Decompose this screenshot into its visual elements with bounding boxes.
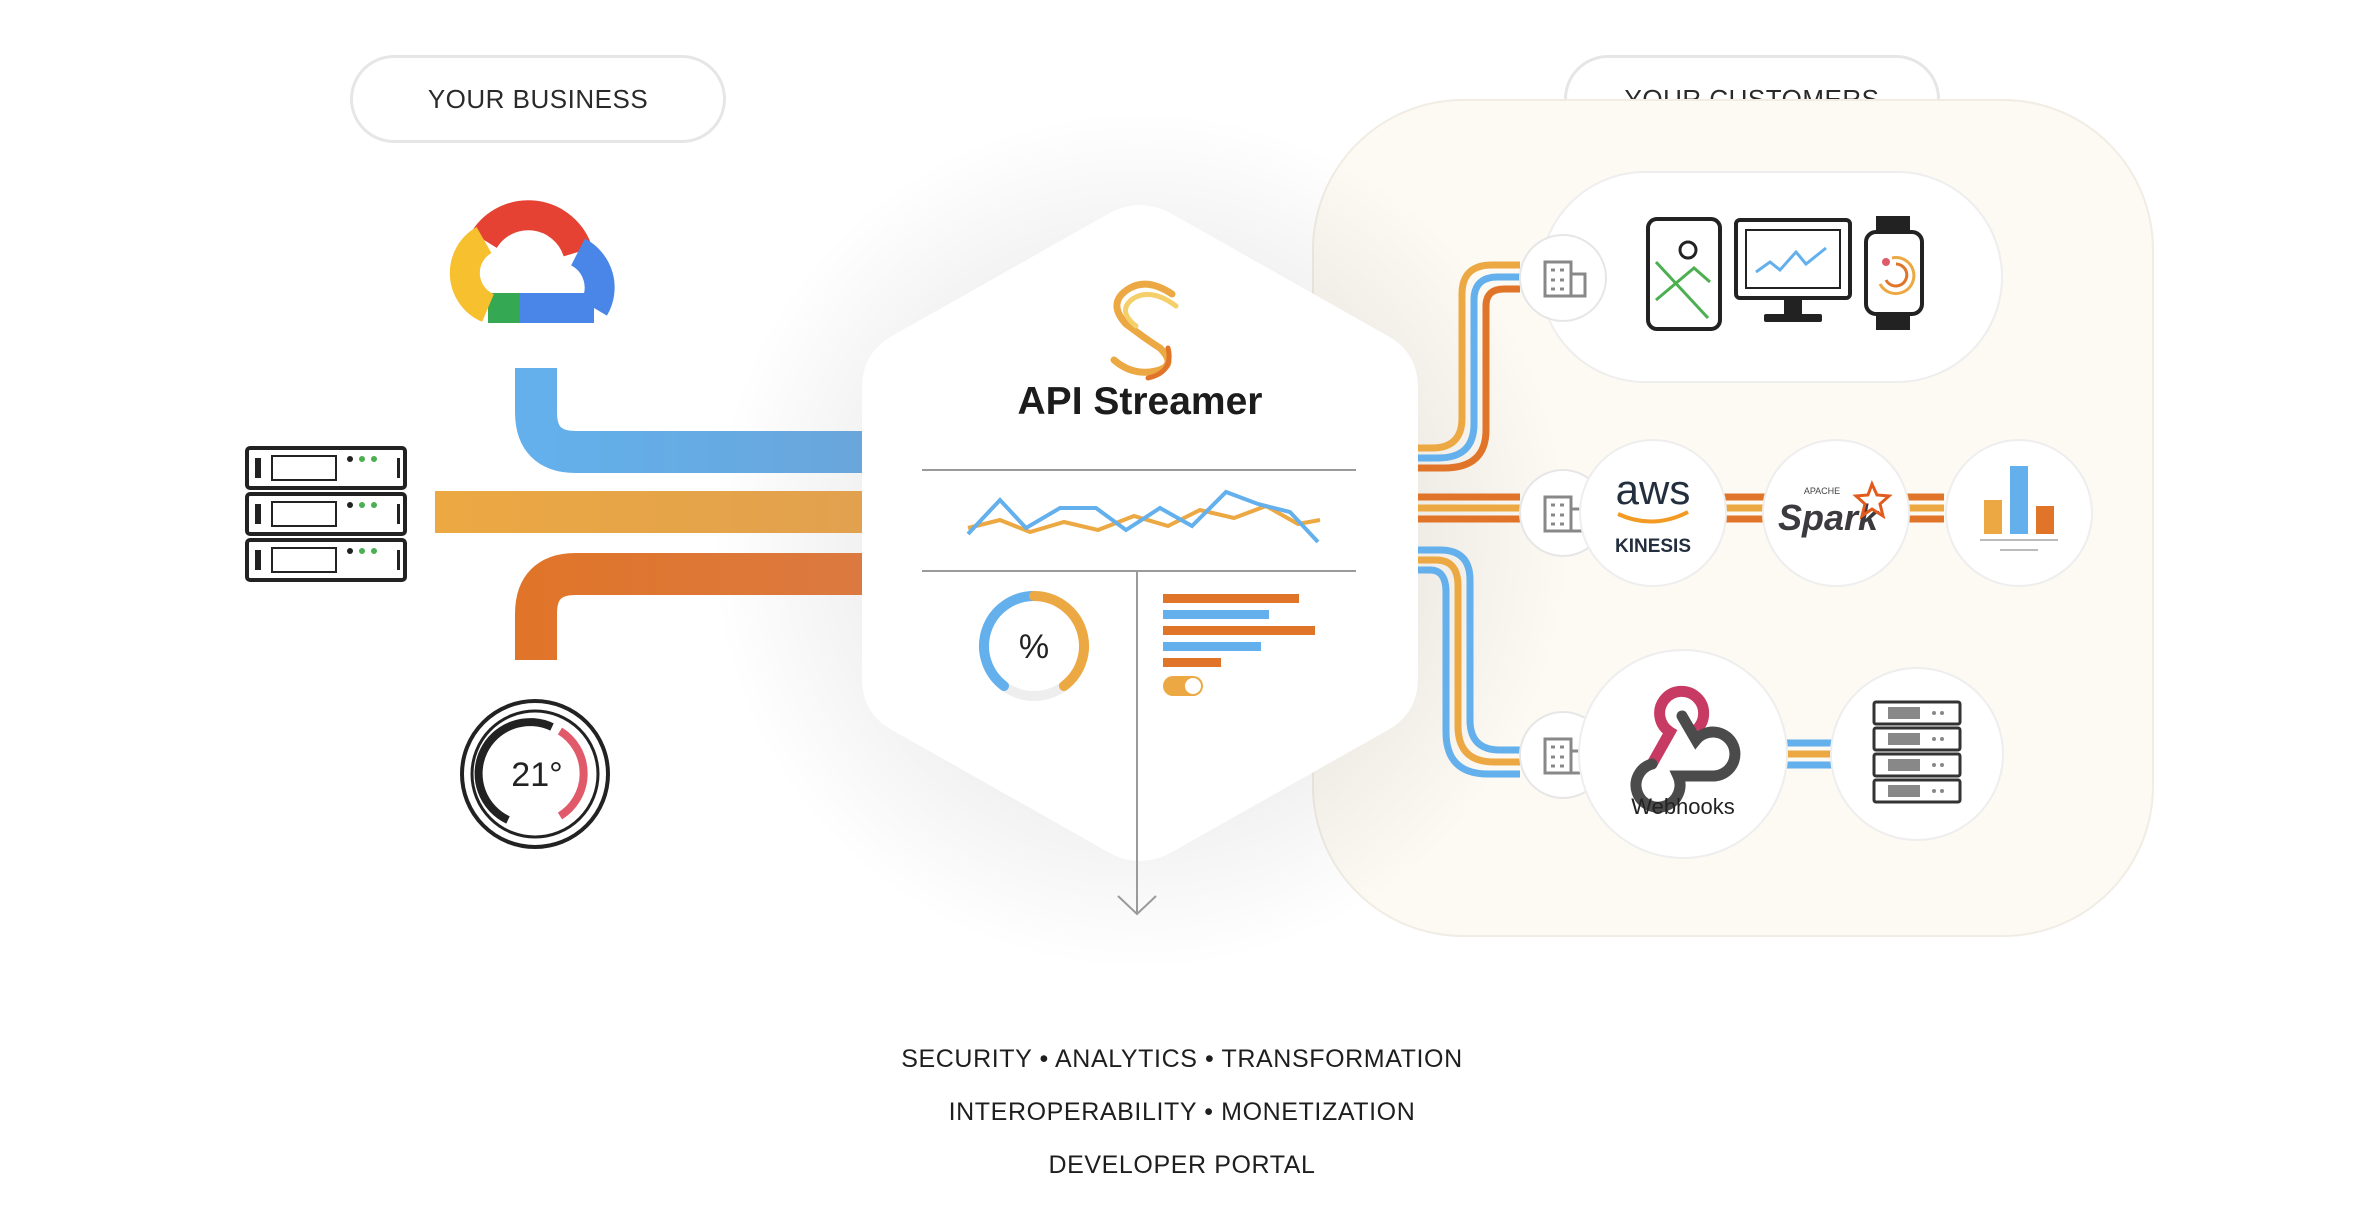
aws-wordmark: aws [1616, 466, 1691, 513]
footer-line-2: INTEROPERABILITY • MONETIZATION [948, 1098, 1416, 1126]
footer-line-1: SECURITY • ANALYTICS • TRANSFORMATION [901, 1045, 1463, 1073]
aws-kinesis-bubble [1579, 439, 1727, 587]
smartwatch-icon [1864, 216, 1924, 330]
server-rack-icon [245, 446, 407, 582]
thermostat-reading: 21° [511, 756, 562, 794]
building-badge-top [1519, 234, 1607, 322]
footer-line-3: DEVELOPER PORTAL [1048, 1151, 1316, 1179]
webhooks-label: Webhooks [1631, 794, 1735, 819]
hub-percent-symbol: % [1019, 628, 1049, 666]
apache-label: APACHE [1804, 486, 1840, 496]
webhooks-bubble [1578, 649, 1788, 859]
diagram-canvas: API Streamer % 21° aws KINESIS APACHE Sp… [245, 99, 2154, 970]
kinesis-label: KINESIS [1615, 536, 1691, 557]
hub-toggle-knob [1185, 678, 1201, 694]
diagram-stage: YOUR BUSINESS YOUR CUSTOMERS API Streame… [0, 0, 2364, 1218]
phone-map-icon [1646, 217, 1722, 331]
pipe-yellow-input [435, 491, 920, 533]
google-cloud-icon [449, 200, 615, 323]
hub-title: API Streamer [1018, 380, 1263, 423]
